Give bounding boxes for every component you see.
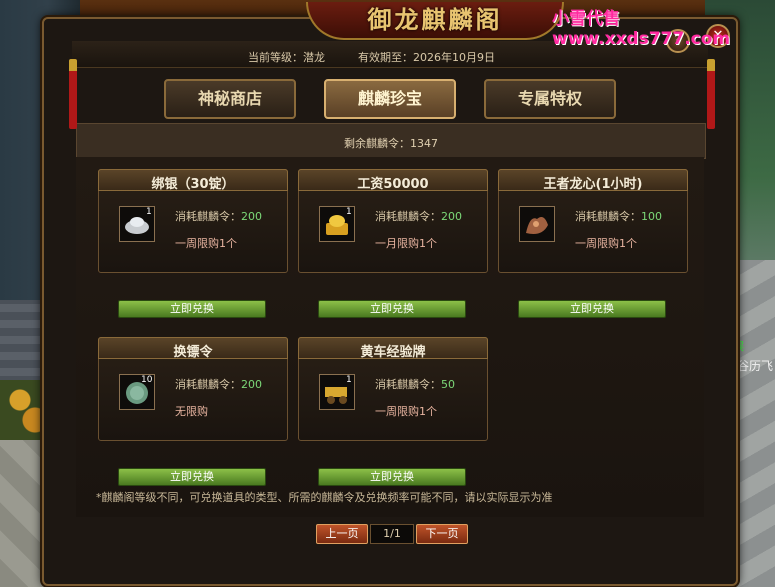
cost-label: 消耗麒麟令： — [575, 210, 641, 223]
item-count: 1 — [346, 207, 352, 217]
item-limit: 无限购 — [175, 405, 208, 418]
item-limit: 一周限购1个 — [575, 237, 637, 250]
item-title: 王者龙心(1小时) — [543, 177, 643, 192]
watermark: 小雪代售www.xxds777.com — [552, 9, 731, 49]
redeem-button[interactable]: 立即兑换 — [118, 300, 266, 318]
qilin-pavilion-window: 御龙麒麟阁 ? ✕ 当前等级：潜龙 有效期至：2026年10月9日 神秘商店 麒… — [42, 2, 738, 586]
footnote: *麒麟阁等级不同，可兑换道具的类型、所需的麒麟令及兑换频率可能不同，请以实际显示… — [96, 491, 553, 504]
item-title-bar: 换镖令 — [98, 337, 288, 360]
item-cost: 消耗麒麟令：200 — [175, 376, 262, 392]
item-title-bar: 绑银（30锭） — [98, 169, 288, 192]
redeem-button[interactable]: 立即兑换 — [318, 300, 466, 318]
item-card: 工资50000 1 消耗麒麟令：200 一月限购1个 — [298, 169, 488, 273]
tab-qilin-treasure[interactable]: 麒麟珍宝 — [324, 79, 456, 119]
item-count: 10 — [141, 375, 153, 385]
item-card: 绑银（30锭） 1 消耗麒麟令：200 一周限购1个 — [98, 169, 288, 273]
item-title: 换镖令 — [173, 345, 213, 360]
tab-bar: 神秘商店 麒麟珍宝 专属特权 — [164, 79, 634, 119]
redeem-button[interactable]: 立即兑换 — [318, 468, 466, 486]
pagination: 上一页 1/1 下一页 — [316, 524, 468, 544]
cost-label: 消耗麒麟令： — [375, 210, 441, 223]
cost-value: 200 — [241, 210, 262, 223]
cost-label: 消耗麒麟令： — [175, 378, 241, 391]
right-tassel-icon — [707, 59, 715, 129]
current-grade: 当前等级：潜龙 — [248, 51, 325, 64]
item-card: 换镖令 10 消耗麒麟令：200 无限购 — [98, 337, 288, 441]
redeem-button[interactable]: 立即兑换 — [118, 468, 266, 486]
item-limit: 一周限购1个 — [175, 237, 237, 250]
remaining-tokens-bar: 剩余麒麟令：1347 — [76, 123, 706, 159]
expiry-date: 有效期至：2026年10月9日 — [358, 51, 495, 64]
cost-value: 200 — [241, 378, 262, 391]
item-title: 工资50000 — [357, 177, 429, 192]
title-banner: 御龙麒麟阁 — [306, 2, 564, 40]
cost-value: 50 — [441, 378, 455, 391]
next-page-button[interactable]: 下一页 — [416, 524, 468, 544]
item-count: 1 — [146, 207, 152, 217]
silver-ingot-icon[interactable]: 1 — [119, 206, 155, 242]
tab-label: 专属特权 — [517, 89, 582, 108]
item-title: 绑银（30锭） — [151, 177, 235, 192]
item-title-bar: 王者龙心(1小时) — [498, 169, 688, 192]
tab-exclusive-privilege[interactable]: 专属特权 — [484, 79, 616, 119]
page-indicator: 1/1 — [370, 524, 414, 544]
item-grid: 绑银（30锭） 1 消耗麒麟令：200 一周限购1个 立即兑换 工资50000 … — [76, 157, 704, 517]
item-card: 黄车经验牌 1 消耗麒麟令：50 一周限购1个 — [298, 337, 488, 441]
item-title: 黄车经验牌 — [360, 345, 426, 360]
tab-label: 麒麟珍宝 — [357, 89, 422, 108]
cost-value: 200 — [441, 210, 462, 223]
item-cost: 消耗麒麟令：50 — [375, 376, 455, 392]
item-cost: 消耗麒麟令：200 — [375, 208, 462, 224]
dragon-heart-icon[interactable] — [519, 206, 555, 242]
cost-label: 消耗麒麟令： — [175, 210, 241, 223]
gold-coins-icon[interactable]: 1 — [319, 206, 355, 242]
redeem-button[interactable]: 立即兑换 — [518, 300, 666, 318]
cost-label: 消耗麒麟令： — [375, 378, 441, 391]
gold-cart-icon[interactable]: 1 — [319, 374, 355, 410]
tab-label: 神秘商店 — [197, 89, 262, 108]
remaining-tokens: 剩余麒麟令：1347 — [344, 137, 438, 150]
item-count: 1 — [346, 375, 352, 385]
prev-page-button[interactable]: 上一页 — [316, 524, 368, 544]
window-title: 御龙麒麟阁 — [367, 5, 503, 34]
item-limit: 一周限购1个 — [375, 405, 437, 418]
item-card: 王者龙心(1小时) 消耗麒麟令：100 一周限购1个 — [498, 169, 688, 273]
item-limit: 一月限购1个 — [375, 237, 437, 250]
item-title-bar: 工资50000 — [298, 169, 488, 192]
escort-token-icon[interactable]: 10 — [119, 374, 155, 410]
item-title-bar: 黄车经验牌 — [298, 337, 488, 360]
cost-value: 100 — [641, 210, 662, 223]
npc-name[interactable]: 谷历飞 — [737, 357, 773, 374]
tab-mystery-shop[interactable]: 神秘商店 — [164, 79, 296, 119]
left-tassel-icon — [69, 59, 77, 129]
item-cost: 消耗麒麟令：100 — [575, 208, 662, 224]
item-cost: 消耗麒麟令：200 — [175, 208, 262, 224]
